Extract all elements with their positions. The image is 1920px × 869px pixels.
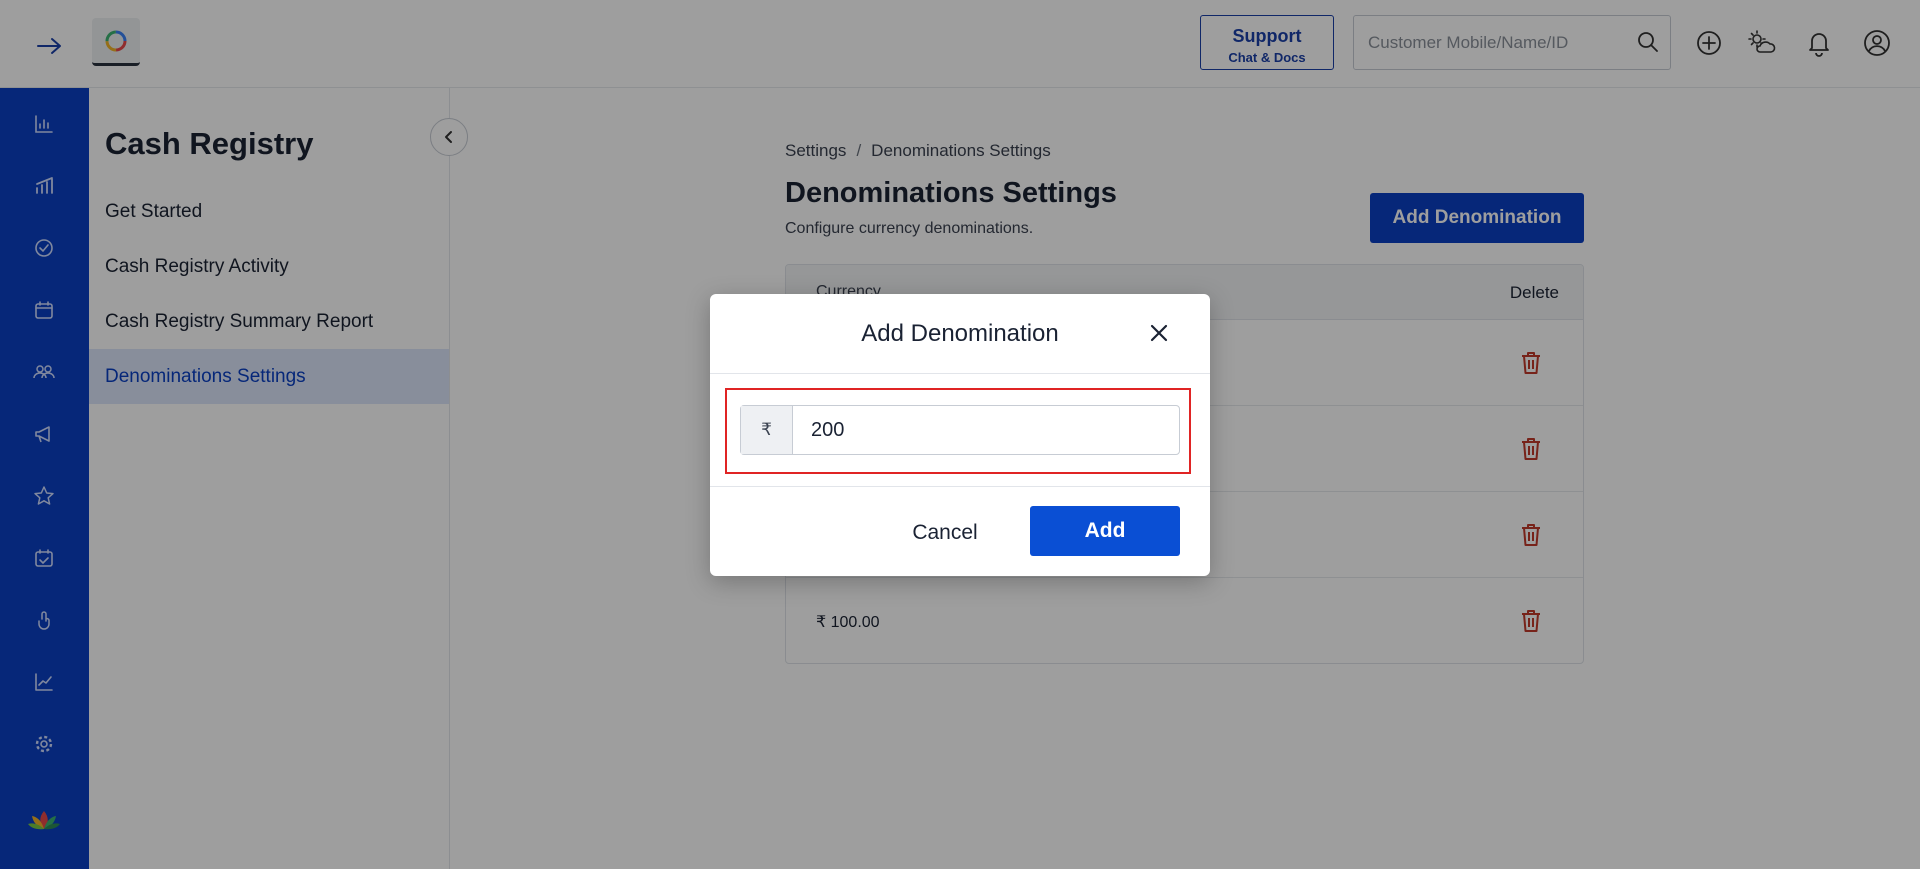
amount-input-group: ₹ (740, 405, 1180, 455)
modal-title: Add Denomination (861, 320, 1059, 347)
cancel-button[interactable]: Cancel (890, 508, 1000, 558)
add-button[interactable]: Add (1030, 506, 1180, 556)
denomination-amount-input[interactable] (793, 406, 1173, 454)
modal-divider (710, 486, 1210, 487)
currency-symbol-prefix: ₹ (741, 406, 793, 454)
add-denomination-modal: Add Denomination ₹ Cancel Add (710, 294, 1210, 576)
close-icon[interactable] (1148, 322, 1170, 344)
modal-header: Add Denomination (710, 294, 1210, 374)
